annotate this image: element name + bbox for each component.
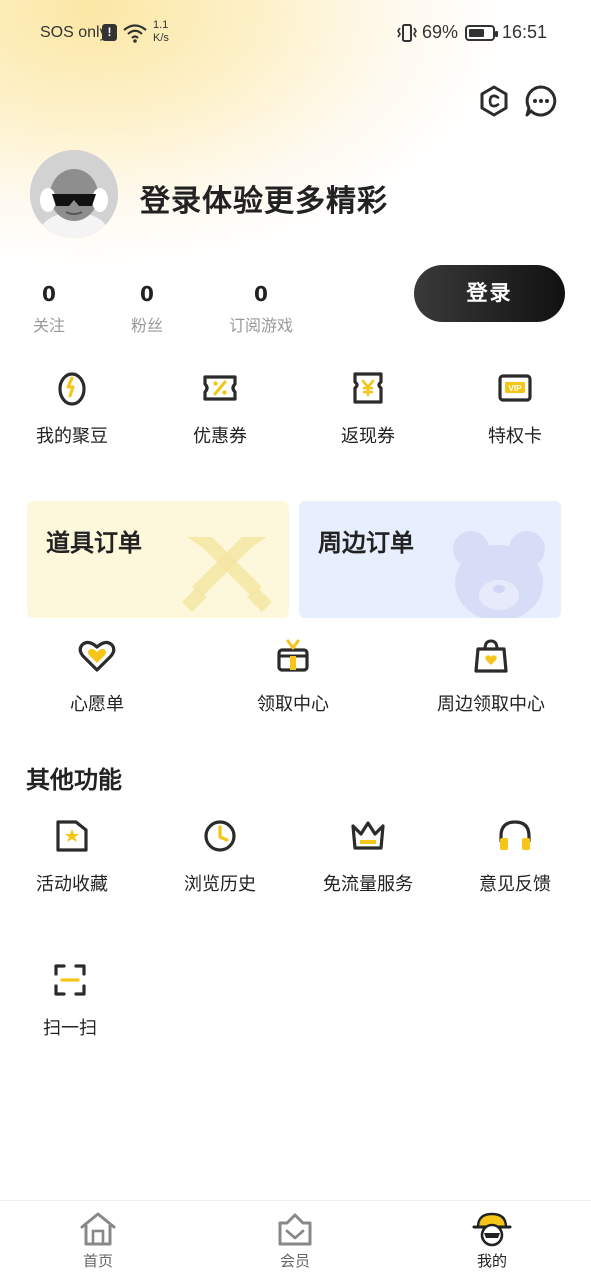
login-prompt[interactable]: 登录体验更多精彩 — [140, 176, 388, 220]
other-label: 意见反馈 — [479, 874, 551, 895]
stat-label: 粉丝 — [130, 316, 163, 335]
stat-label: 关注 — [32, 316, 65, 335]
stat-fans[interactable]: 0 粉丝 — [124, 282, 170, 336]
other-label: 免流量服务 — [323, 874, 413, 895]
battery-fill — [469, 29, 484, 37]
battery-percent: 69% — [422, 22, 459, 42]
bottom-nav: 首页 会员 我的 — [0, 1200, 591, 1280]
service-label: 领取中心 — [257, 694, 329, 715]
favorite-folder-icon — [56, 820, 88, 852]
nav-tab-member[interactable]: 会员 — [235, 1211, 355, 1271]
network-speed: 1.1 K/s — [153, 19, 169, 45]
battery-icon — [465, 25, 498, 41]
status-bar: SOS only ! 1.1 K/s 69% 16:51 — [0, 0, 591, 66]
service-item-claim-center[interactable]: 领取中心 — [219, 636, 367, 716]
home-icon — [80, 1212, 116, 1246]
order-title: 道具订单 — [46, 529, 142, 557]
nav-tab-profile[interactable]: 我的 — [432, 1211, 552, 1271]
other-item-activity-favorites[interactable]: 活动收藏 — [0, 816, 146, 896]
section-title-other: 其他功能 — [26, 766, 122, 794]
coin-icon[interactable] — [477, 84, 511, 118]
gift-icon — [277, 639, 309, 672]
bean-icon — [58, 372, 86, 406]
stat-value: 0 — [254, 282, 268, 306]
clock-icon — [204, 820, 236, 852]
wallet-label: 优惠券 — [193, 426, 247, 447]
service-item-merch-claim-center[interactable]: 周边领取中心 — [417, 636, 565, 716]
nav-label: 会员 — [279, 1252, 310, 1270]
stat-subscribed-games[interactable]: 0 订阅游戏 — [222, 282, 300, 336]
service-label: 心愿单 — [70, 694, 124, 715]
network-speed-unit: K/s — [153, 32, 169, 44]
alert-icon: ! — [102, 24, 117, 41]
wallet-label: 特权卡 — [488, 426, 542, 447]
scan-icon — [54, 964, 86, 996]
wallet-label: 我的聚豆 — [36, 426, 108, 447]
vip-card-icon: VIP — [498, 374, 532, 402]
profile-icon — [472, 1212, 512, 1247]
wallet-item-coupon[interactable]: 优惠券 — [146, 368, 294, 448]
avatar[interactable] — [30, 150, 118, 238]
wallet-label: 返现券 — [341, 426, 395, 447]
order-title: 周边订单 — [318, 529, 414, 557]
swords-icon — [182, 537, 272, 612]
other-item-browse-history[interactable]: 浏览历史 — [146, 816, 294, 896]
heart-icon — [78, 640, 116, 672]
wallet-item-beans[interactable]: 我的聚豆 — [0, 368, 146, 448]
vibrate-icon — [397, 24, 417, 42]
bag-icon — [474, 639, 508, 673]
stat-label: 订阅游戏 — [228, 316, 293, 335]
crown-icon — [351, 821, 385, 850]
wallet-item-cashback[interactable]: 返现券 — [294, 368, 442, 448]
wallet-item-vip-card[interactable]: VIP 特权卡 — [441, 368, 589, 448]
coupon-icon — [203, 375, 237, 401]
stat-value: 0 — [42, 282, 56, 306]
order-card-items[interactable]: 道具订单 — [27, 501, 289, 618]
stat-following[interactable]: 0 关注 — [26, 282, 72, 336]
avatar-image — [30, 150, 118, 238]
other-label: 扫一扫 — [43, 1018, 97, 1039]
svg-text:VIP: VIP — [509, 384, 523, 393]
message-icon[interactable] — [524, 84, 558, 118]
other-label: 活动收藏 — [36, 874, 108, 895]
other-item-free-data[interactable]: 免流量服务 — [294, 816, 442, 896]
nav-label: 我的 — [476, 1252, 507, 1270]
order-card-merch[interactable]: 周边订单 — [299, 501, 561, 618]
cashback-icon — [353, 372, 383, 404]
network-speed-value: 1.1 — [153, 19, 169, 31]
carrier-text: SOS only — [40, 24, 108, 41]
wifi-icon — [123, 24, 147, 43]
login-button[interactable]: 登录 — [414, 265, 565, 322]
other-item-scan[interactable]: 扫一扫 — [0, 960, 144, 1040]
nav-tab-home[interactable]: 首页 — [38, 1211, 158, 1271]
nav-label: 首页 — [82, 1252, 113, 1270]
headset-icon — [499, 820, 531, 850]
bear-icon — [453, 531, 545, 618]
clock-time: 16:51 — [502, 22, 548, 42]
service-item-wishlist[interactable]: 心愿单 — [23, 636, 171, 716]
stat-value: 0 — [140, 282, 154, 306]
service-label: 周边领取中心 — [437, 694, 545, 715]
other-item-feedback[interactable]: 意见反馈 — [441, 816, 589, 896]
other-label: 浏览历史 — [184, 874, 256, 895]
member-icon — [278, 1213, 312, 1246]
